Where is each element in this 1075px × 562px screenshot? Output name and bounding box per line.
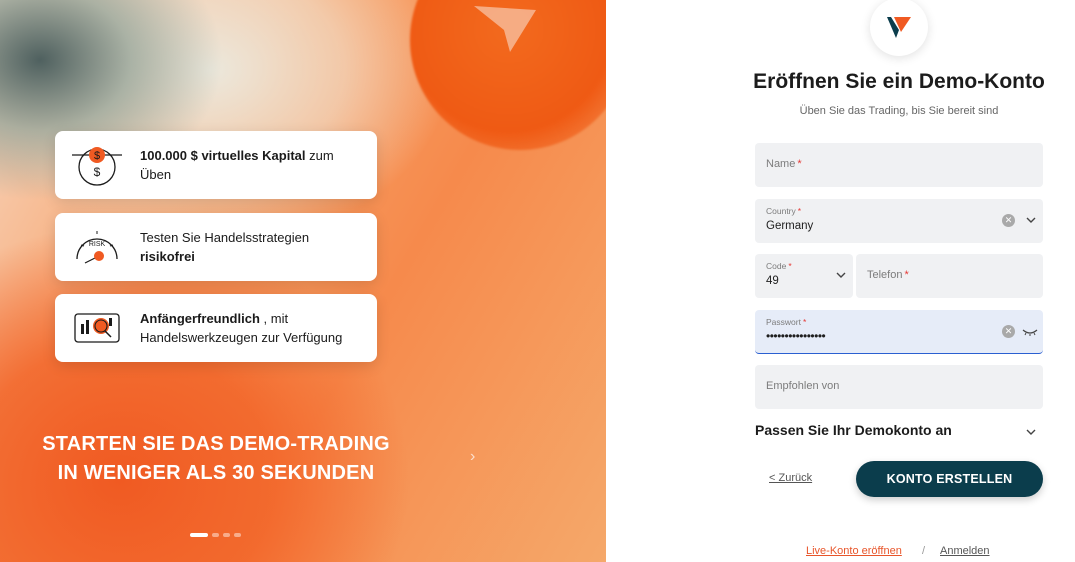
feature-bold: risikofrei — [140, 249, 195, 264]
code-label: Code * — [766, 261, 792, 271]
password-label: Passwort * — [766, 317, 807, 327]
feature-card-capital: $ $ 100.000 $ virtuelles Kapital zum Übe… — [55, 131, 377, 199]
clear-password-icon[interactable]: ✕ — [1002, 325, 1015, 338]
feature-text-capital: 100.000 $ virtuelles Kapital zum Üben — [140, 146, 363, 184]
link-separator: / — [922, 545, 926, 557]
name-field[interactable]: Name * — [755, 143, 1043, 187]
promo-headline: STARTEN SIE DAS DEMO-TRADING IN WENIGER … — [0, 430, 432, 488]
name-label: Name * — [766, 158, 802, 170]
promo-panel: $ $ 100.000 $ virtuelles Kapital zum Übe… — [0, 0, 606, 562]
referral-label: Empfohlen von — [766, 380, 840, 392]
carousel-dot-1[interactable] — [190, 533, 208, 537]
phone-field[interactable]: Telefon * — [856, 254, 1043, 298]
feature-card-risk: RISK Testen Sie Handelsstrategien risiko… — [55, 213, 377, 281]
create-account-button[interactable]: KONTO ERSTELLEN — [856, 461, 1043, 497]
feature-bold: Anfängerfreundlich — [140, 311, 260, 326]
chevron-down-icon — [1026, 429, 1036, 435]
svg-text:$: $ — [94, 150, 100, 162]
clear-country-icon[interactable]: ✕ — [1002, 214, 1015, 227]
customize-demo-accordion[interactable]: Passen Sie Ihr Demokonto an — [755, 420, 1043, 442]
referral-field[interactable]: Empfohlen von — [755, 365, 1043, 409]
carousel-dots — [190, 533, 241, 537]
trading-tools-icon — [71, 304, 123, 352]
risk-gauge-icon: RISK — [71, 223, 123, 271]
feature-bold: 100.000 $ virtuelles Kapital — [140, 148, 306, 163]
feature-card-beginner: Anfängerfreundlich , mit Handelswerkzeug… — [55, 294, 377, 362]
back-link[interactable]: < Zurück — [769, 472, 812, 484]
promo-headline-line1: STARTEN SIE DAS DEMO-TRADING — [42, 433, 390, 455]
carousel-dot-2[interactable] — [212, 533, 219, 537]
feature-text-beginner: Anfängerfreundlich , mit Handelswerkzeug… — [140, 309, 342, 347]
form-subtitle: Üben Sie das Trading, bis Sie bereit sin… — [799, 105, 999, 117]
form-title: Eröffnen Sie ein Demo-Konto — [753, 70, 1045, 93]
brand-arrow-icon — [474, 6, 536, 52]
chevron-down-icon[interactable] — [1025, 214, 1037, 226]
eye-hidden-icon[interactable] — [1022, 325, 1038, 337]
feature-rest: , mit — [259, 311, 289, 326]
risk-label: RISK — [89, 241, 106, 248]
promo-headline-line2: IN WENIGER ALS 30 SEKUNDEN — [57, 462, 375, 484]
carousel-next-icon[interactable]: › — [470, 448, 475, 466]
country-label: Country * — [766, 206, 802, 216]
feature-rest: Testen Sie Handelsstrategien — [140, 230, 310, 245]
chevron-down-icon[interactable] — [835, 269, 847, 281]
password-field[interactable]: Passwort * •••••••••••••••• ✕ — [755, 310, 1043, 354]
carousel-dot-4[interactable] — [234, 533, 241, 537]
phone-code-select[interactable]: Code * 49 — [755, 254, 853, 298]
brand-logo — [870, 0, 928, 56]
feature-text-risk: Testen Sie Handelsstrategien risikofrei — [140, 228, 363, 266]
svg-text:$: $ — [94, 165, 101, 179]
open-live-account-link[interactable]: Live-Konto eröffnen — [806, 545, 902, 557]
code-value: 49 — [766, 275, 779, 287]
phone-label: Telefon * — [867, 269, 909, 281]
carousel-dot-3[interactable] — [223, 533, 230, 537]
feature-line2: Handelswerkzeugen zur Verfügung — [140, 330, 343, 345]
dollar-coin-icon: $ $ — [71, 141, 123, 189]
country-select[interactable]: Country * Germany ✕ — [755, 199, 1043, 243]
brand-v-icon — [887, 17, 911, 38]
customize-label: Passen Sie Ihr Demokonto an — [755, 422, 952, 438]
demo-signup-page: $ $ 100.000 $ virtuelles Kapital zum Übe… — [0, 0, 1075, 562]
login-link[interactable]: Anmelden — [940, 545, 990, 557]
signup-form-panel: Eröffnen Sie ein Demo-Konto Üben Sie das… — [606, 0, 1075, 562]
password-value: •••••••••••••••• — [766, 329, 826, 343]
country-value: Germany — [766, 220, 814, 232]
